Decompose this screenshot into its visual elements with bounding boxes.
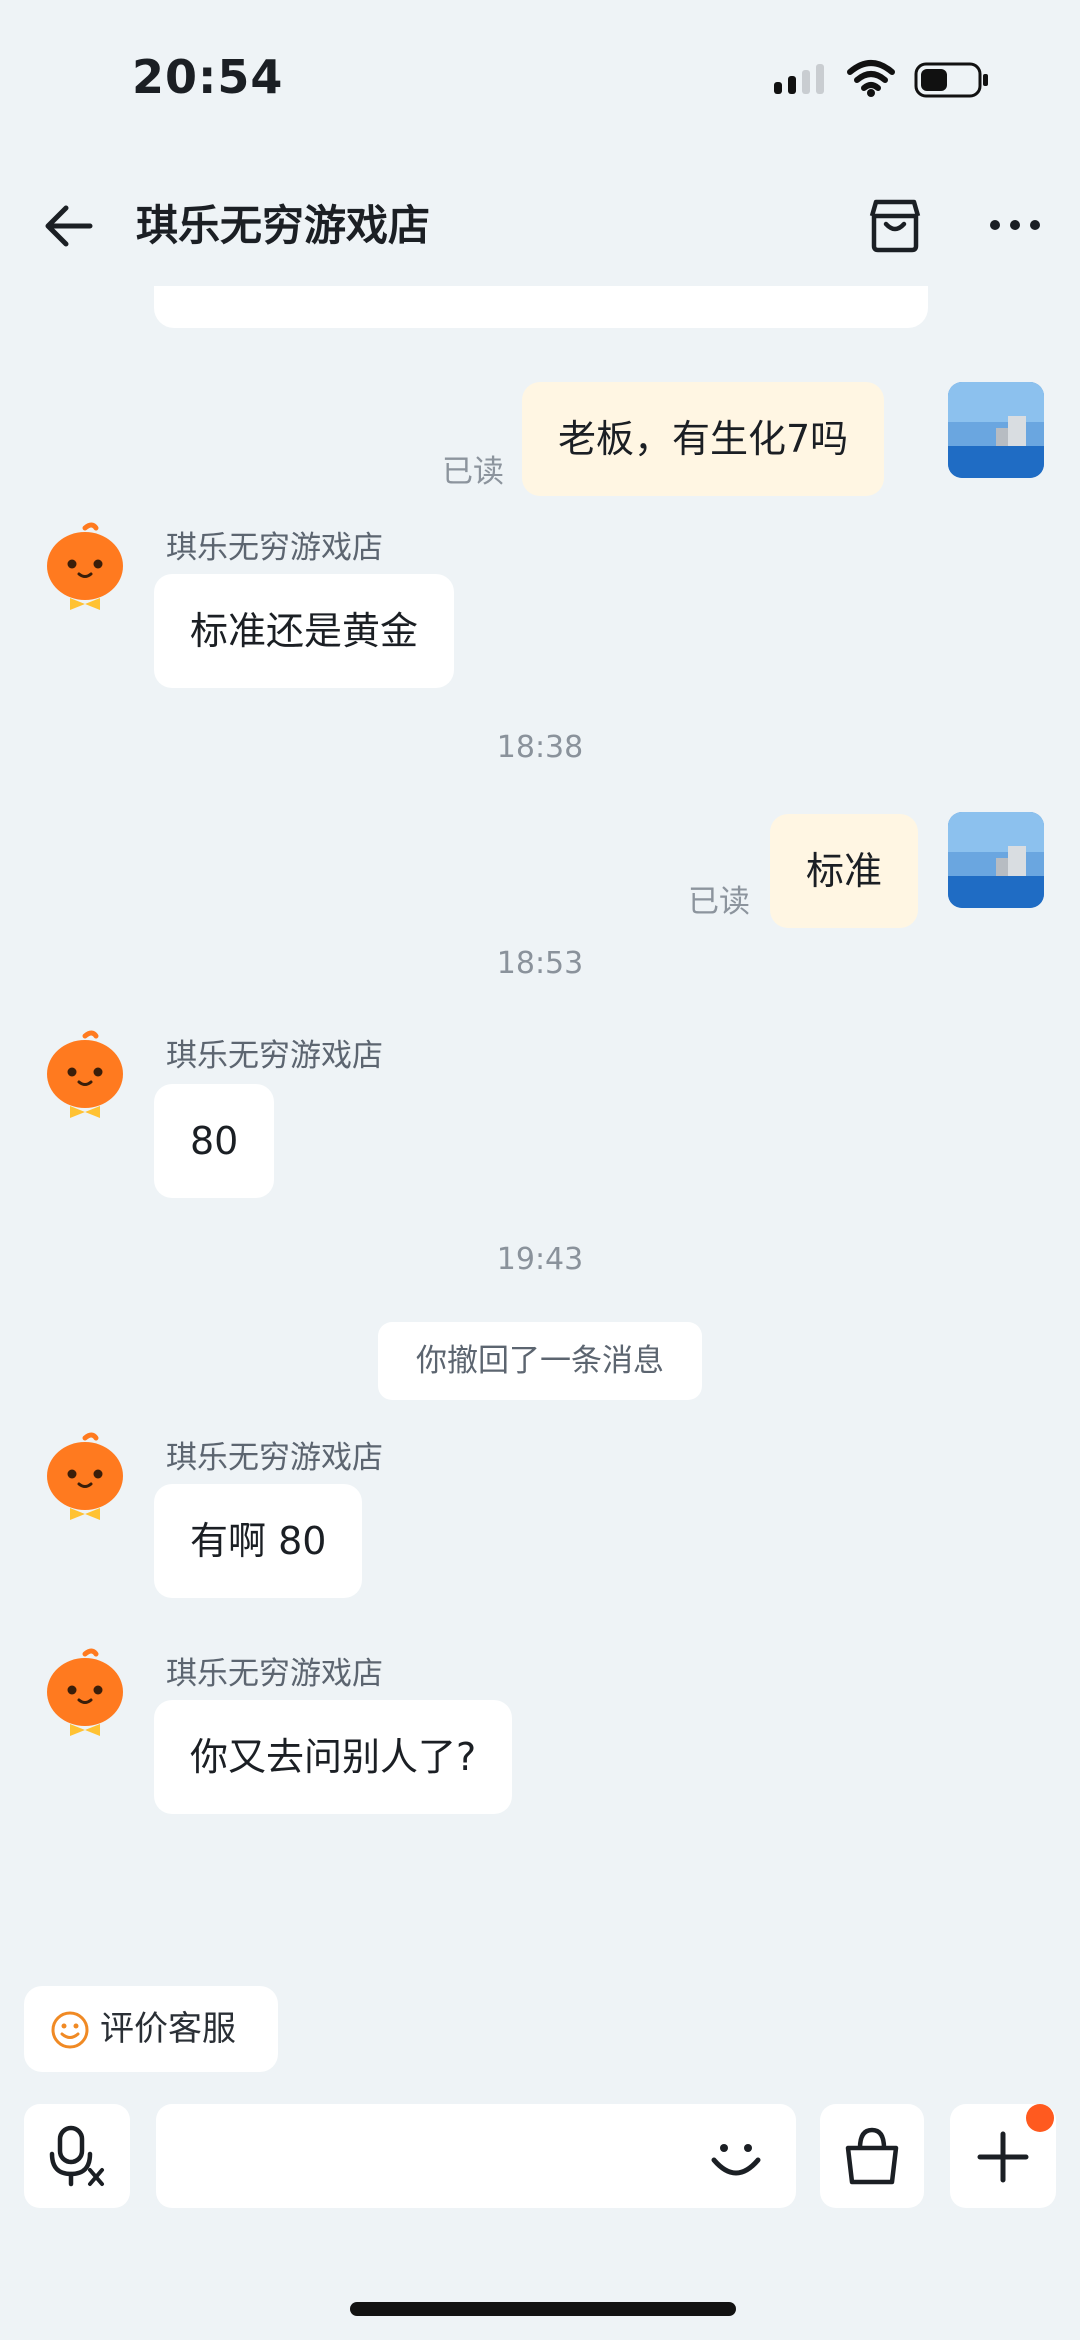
message-text: 标准还是黄金 (190, 609, 419, 653)
nav-bar: 琪乐无穷游戏店 (0, 180, 1080, 270)
message-text: 有啊 80 (190, 1519, 327, 1563)
timestamp: 18:38 (496, 730, 584, 765)
sender-name: 琪乐无穷游戏店 (166, 1440, 383, 1476)
wifi-icon (847, 60, 895, 97)
input-bar (0, 2100, 1080, 2210)
message-text: 你又去问别人了? (190, 1735, 477, 1779)
chat-list[interactable]: 老板，有生化7吗 已读 琪乐无穷游戏店 标准还是黄金 18:38 标准 已读 1… (0, 286, 1080, 1976)
message-bubble-outgoing[interactable]: 标准 (770, 814, 919, 928)
sender-name: 琪乐无穷游戏店 (166, 1038, 383, 1074)
home-indicator[interactable] (350, 2302, 736, 2316)
shop-avatar-icon[interactable] (42, 1030, 128, 1120)
message-bubble-incoming[interactable]: 标准还是黄金 (154, 574, 455, 688)
message-text: 标准 (806, 849, 883, 893)
smile-icon (51, 2011, 89, 2049)
rate-service-button[interactable]: 评价客服 (24, 1986, 278, 2072)
rate-service-label: 评价客服 (100, 2009, 236, 2049)
user-avatar[interactable] (948, 812, 1044, 908)
battery-icon (914, 62, 988, 98)
read-receipt: 已读 (442, 454, 504, 490)
notification-dot (1026, 2104, 1054, 2132)
status-time: 20:54 (132, 50, 284, 104)
more-dots-icon[interactable] (984, 194, 1046, 256)
store-icon[interactable] (864, 194, 926, 256)
plus-icon (977, 2131, 1029, 2183)
partial-message-bubble (154, 286, 928, 328)
voice-to-text-button[interactable] (24, 2104, 130, 2208)
page-title: 琪乐无穷游戏店 (136, 201, 431, 250)
landscape-photo-icon (948, 382, 1044, 478)
timestamp: 18:53 (496, 946, 584, 981)
message-text: 老板，有生化7吗 (558, 417, 849, 461)
shopping-bag-button[interactable] (820, 2104, 924, 2208)
landscape-photo-icon (948, 812, 1044, 908)
message-input[interactable] (156, 2104, 796, 2208)
shop-avatar-icon[interactable] (42, 522, 128, 612)
shop-avatar-icon[interactable] (42, 1432, 128, 1522)
message-bubble-outgoing[interactable]: 老板，有生化7吗 (522, 382, 885, 496)
chat-screen: 20:54 琪乐无穷游戏店 老板，有生化7吗 已读 琪乐无穷游戏店 标准还是黄金… (0, 0, 1080, 2340)
message-bubble-incoming[interactable]: 80 (154, 1084, 275, 1198)
emoji-smile-icon[interactable] (702, 2122, 770, 2190)
read-receipt: 已读 (688, 884, 750, 920)
message-bubble-incoming[interactable]: 有啊 80 (154, 1484, 363, 1598)
sender-name: 琪乐无穷游戏店 (166, 1656, 383, 1692)
arrow-left-icon[interactable] (40, 198, 96, 254)
message-text: 80 (190, 1119, 239, 1163)
voice-to-text-icon (49, 2125, 104, 2187)
signal-icon (774, 64, 824, 94)
sender-name: 琪乐无穷游戏店 (166, 530, 383, 566)
message-bubble-incoming[interactable]: 你又去问别人了? (154, 1700, 513, 1814)
timestamp: 19:43 (496, 1242, 584, 1277)
status-bar: 20:54 (0, 0, 1080, 160)
recall-notice: 你撤回了一条消息 (378, 1322, 702, 1400)
shopping-bag-icon (845, 2127, 899, 2185)
shop-avatar-icon[interactable] (42, 1648, 128, 1738)
user-avatar[interactable] (948, 382, 1044, 478)
